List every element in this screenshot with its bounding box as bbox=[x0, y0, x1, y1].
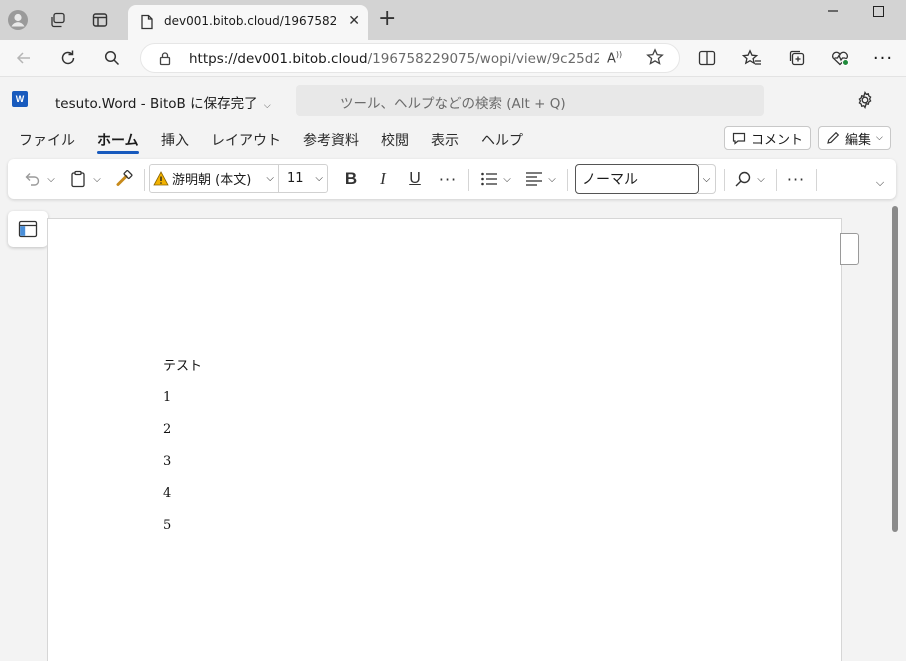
comment-button[interactable]: コメント bbox=[724, 126, 812, 150]
edit-label: 編集 bbox=[845, 132, 872, 148]
comment-label: コメント bbox=[751, 132, 804, 148]
chevron-down-icon: ⌵ bbox=[263, 101, 271, 111]
more-commands-icon[interactable]: ··· bbox=[784, 167, 808, 191]
workspaces-icon[interactable] bbox=[44, 6, 72, 34]
bold-button[interactable]: B bbox=[341, 167, 361, 191]
browser-essentials-icon[interactable] bbox=[826, 44, 854, 72]
favorite-star-icon[interactable] bbox=[646, 48, 664, 70]
chevron-down-icon: ⌵ bbox=[315, 173, 323, 184]
toolbar-divider bbox=[567, 169, 568, 191]
bullets-icon[interactable] bbox=[478, 167, 500, 191]
lock-icon[interactable] bbox=[159, 51, 171, 70]
format-painter-icon[interactable] bbox=[112, 167, 136, 191]
paste-clipboard-icon[interactable] bbox=[66, 167, 90, 191]
document-line[interactable]: テスト bbox=[163, 355, 202, 374]
word-logo-icon[interactable]: W bbox=[12, 91, 28, 107]
home-toolbar: ⌵ ⌵ 游明朝 (本文) ⌵ 11 ⌵ B I U ··· ⌵ ⌵ ノーマル ⌵… bbox=[8, 159, 896, 199]
tab-home[interactable]: ホーム bbox=[97, 130, 139, 154]
warning-icon bbox=[153, 171, 169, 186]
undo-icon[interactable] bbox=[20, 167, 44, 191]
document-line[interactable]: 4 bbox=[163, 486, 171, 501]
url-path: /196758229075/wopi/view/9c25d24a... bbox=[367, 51, 599, 67]
align-left-icon[interactable] bbox=[523, 167, 545, 191]
style-dropdown-chevron-icon[interactable]: ⌵ bbox=[698, 164, 716, 194]
split-screen-icon[interactable] bbox=[693, 44, 721, 72]
underline-button[interactable]: U bbox=[405, 167, 425, 191]
document-title[interactable]: tesuto.Word - BitoB に保存完了 ⌵ bbox=[55, 92, 271, 112]
paste-dropdown-chevron-icon[interactable]: ⌵ bbox=[90, 167, 104, 191]
tab-actions-icon[interactable] bbox=[86, 6, 114, 34]
browser-tab-active[interactable]: dev001.bitob.cloud/1967582290 ✕ bbox=[128, 5, 368, 40]
profile-icon[interactable] bbox=[4, 6, 32, 34]
collections-icon[interactable] bbox=[783, 44, 811, 72]
tab-title: dev001.bitob.cloud/1967582290 bbox=[164, 14, 336, 28]
find-dropdown-chevron-icon[interactable]: ⌵ bbox=[754, 167, 768, 191]
document-line[interactable]: 2 bbox=[163, 422, 171, 437]
navigation-pane-button[interactable] bbox=[8, 211, 48, 247]
search-placeholder: ツール、ヘルプなどの検索 (Alt + Q) bbox=[340, 96, 566, 112]
style-select[interactable]: ノーマル bbox=[575, 164, 699, 194]
address-bar[interactable]: https://dev001.bitob.cloud/196758229075/… bbox=[140, 43, 680, 73]
browser-tab-strip: dev001.bitob.cloud/1967582290 ✕ + bbox=[0, 0, 906, 40]
close-tab-icon[interactable]: ✕ bbox=[348, 13, 360, 29]
read-aloud-icon[interactable]: A)) bbox=[607, 50, 622, 66]
tab-file[interactable]: ファイル bbox=[19, 130, 75, 150]
search-icon[interactable] bbox=[98, 44, 126, 72]
toolbar-divider bbox=[468, 169, 469, 191]
word-app-header: W tesuto.Word - BitoB に保存完了 ⌵ ツール、ヘルプなどの… bbox=[0, 76, 906, 124]
minimize-window-icon[interactable] bbox=[826, 0, 840, 20]
tab-references[interactable]: 参考資料 bbox=[303, 130, 359, 150]
document-line[interactable]: 3 bbox=[163, 454, 171, 469]
favorites-icon[interactable] bbox=[738, 44, 766, 72]
maximize-window-icon[interactable] bbox=[873, 6, 884, 17]
italic-button[interactable]: I bbox=[373, 167, 393, 191]
vertical-scrollbar[interactable] bbox=[892, 206, 898, 532]
navigation-pane-icon bbox=[18, 220, 38, 238]
toolbar-divider bbox=[816, 169, 817, 191]
chevron-down-icon: ⌵ bbox=[266, 173, 274, 184]
side-panel-tab[interactable] bbox=[840, 233, 859, 265]
browser-toolbar: https://dev001.bitob.cloud/196758229075/… bbox=[0, 40, 906, 76]
tab-insert[interactable]: 挿入 bbox=[161, 130, 189, 150]
tab-layout[interactable]: レイアウト bbox=[211, 130, 281, 150]
search-box[interactable]: ツール、ヘルプなどの検索 (Alt + Q) bbox=[296, 85, 764, 116]
pencil-icon bbox=[827, 131, 840, 144]
back-arrow-icon[interactable] bbox=[10, 44, 38, 72]
font-size-value: 11 bbox=[287, 171, 304, 186]
style-value: ノーマル bbox=[582, 172, 638, 188]
settings-gear-icon[interactable] bbox=[851, 86, 879, 114]
url-text[interactable]: https://dev001.bitob.cloud/196758229075/… bbox=[189, 51, 599, 67]
chevron-down-icon: ⌵ bbox=[876, 133, 883, 143]
document-icon bbox=[140, 14, 154, 34]
new-tab-icon[interactable]: + bbox=[378, 8, 396, 30]
bullets-dropdown-chevron-icon[interactable]: ⌵ bbox=[500, 167, 514, 191]
toolbar-divider bbox=[776, 169, 777, 191]
more-font-options-icon[interactable]: ··· bbox=[436, 167, 460, 191]
edit-mode-button[interactable]: 編集 ⌵ bbox=[818, 126, 891, 150]
url-host: https://dev001.bitob.cloud bbox=[189, 51, 368, 67]
more-options-icon[interactable]: ··· bbox=[869, 44, 897, 72]
comment-icon bbox=[732, 132, 746, 145]
font-name-select[interactable]: 游明朝 (本文) ⌵ bbox=[149, 164, 279, 193]
document-line[interactable]: 1 bbox=[163, 390, 171, 405]
document-title-text: tesuto.Word - BitoB に保存完了 bbox=[55, 96, 258, 112]
ribbon-tabs: ファイル ホーム 挿入 レイアウト 参考資料 校閲 表示 ヘルプ コメント 編集… bbox=[0, 124, 906, 156]
undo-dropdown-chevron-icon[interactable]: ⌵ bbox=[44, 167, 58, 191]
toolbar-divider bbox=[144, 169, 145, 191]
document-line[interactable]: 5 bbox=[163, 518, 171, 533]
tab-help[interactable]: ヘルプ bbox=[481, 130, 523, 150]
document-page[interactable]: テスト 1 2 3 4 5 bbox=[47, 218, 842, 661]
refresh-icon[interactable] bbox=[54, 44, 82, 72]
tab-view[interactable]: 表示 bbox=[431, 130, 459, 150]
font-name-value: 游明朝 (本文) bbox=[172, 173, 252, 188]
toolbar-divider bbox=[724, 169, 725, 191]
font-size-select[interactable]: 11 ⌵ bbox=[278, 164, 328, 193]
find-search-icon[interactable] bbox=[732, 167, 754, 191]
expand-ribbon-chevron-icon[interactable]: ⌵ bbox=[870, 171, 890, 195]
tab-review[interactable]: 校閲 bbox=[381, 130, 409, 150]
align-dropdown-chevron-icon[interactable]: ⌵ bbox=[545, 167, 559, 191]
